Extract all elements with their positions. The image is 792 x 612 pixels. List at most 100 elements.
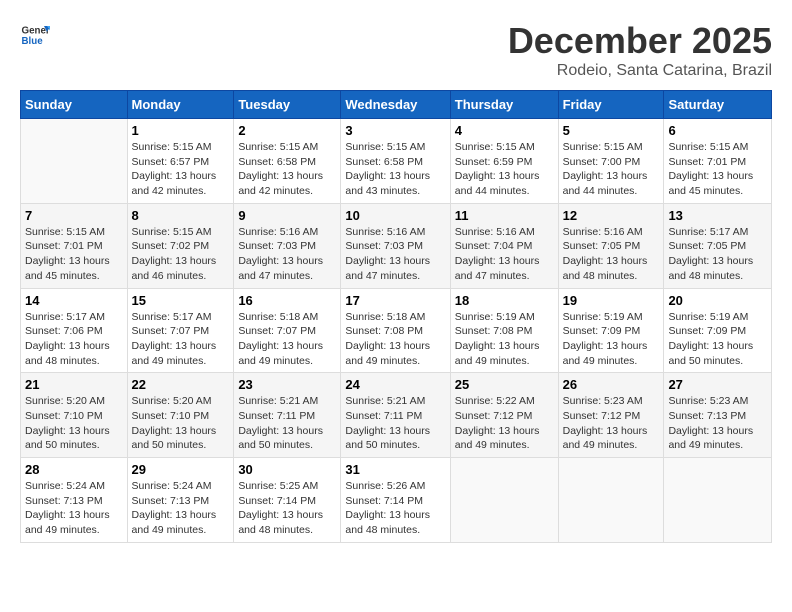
- day-number: 25: [455, 377, 554, 392]
- day-number: 30: [238, 462, 336, 477]
- day-info: Sunrise: 5:19 AMSunset: 7:09 PMDaylight:…: [668, 310, 767, 369]
- day-info: Sunrise: 5:18 AMSunset: 7:08 PMDaylight:…: [345, 310, 445, 369]
- day-info: Sunrise: 5:15 AMSunset: 6:58 PMDaylight:…: [238, 140, 336, 199]
- calendar-cell: [558, 458, 664, 543]
- dow-header-sunday: Sunday: [21, 91, 128, 119]
- day-info: Sunrise: 5:22 AMSunset: 7:12 PMDaylight:…: [455, 394, 554, 453]
- day-number: 3: [345, 123, 445, 138]
- calendar-cell: 9 Sunrise: 5:16 AMSunset: 7:03 PMDaylight…: [234, 203, 341, 288]
- day-info: Sunrise: 5:17 AMSunset: 7:07 PMDaylight:…: [132, 310, 230, 369]
- day-number: 4: [455, 123, 554, 138]
- day-info: Sunrise: 5:15 AMSunset: 7:01 PMDaylight:…: [25, 225, 123, 284]
- day-info: Sunrise: 5:19 AMSunset: 7:09 PMDaylight:…: [563, 310, 660, 369]
- calendar-cell: 11 Sunrise: 5:16 AMSunset: 7:04 PMDayligh…: [450, 203, 558, 288]
- calendar-cell: 17 Sunrise: 5:18 AMSunset: 7:08 PMDayligh…: [341, 288, 450, 373]
- day-info: Sunrise: 5:15 AMSunset: 6:58 PMDaylight:…: [345, 140, 445, 199]
- calendar-cell: 30 Sunrise: 5:25 AMSunset: 7:14 PMDayligh…: [234, 458, 341, 543]
- day-info: Sunrise: 5:26 AMSunset: 7:14 PMDaylight:…: [345, 479, 445, 538]
- calendar-cell: 18 Sunrise: 5:19 AMSunset: 7:08 PMDayligh…: [450, 288, 558, 373]
- day-number: 7: [25, 208, 123, 223]
- day-number: 26: [563, 377, 660, 392]
- calendar-cell: 13 Sunrise: 5:17 AMSunset: 7:05 PMDayligh…: [664, 203, 772, 288]
- calendar-cell: 10Sunrise: 5:16 AMSunset: 7:03 PMDayligh…: [341, 203, 450, 288]
- day-info: Sunrise: 5:15 AMSunset: 7:00 PMDaylight:…: [563, 140, 660, 199]
- day-number: 23: [238, 377, 336, 392]
- dow-header-friday: Friday: [558, 91, 664, 119]
- logo-icon: General Blue: [20, 20, 50, 50]
- calendar-cell: 12 Sunrise: 5:16 AMSunset: 7:05 PMDayligh…: [558, 203, 664, 288]
- day-info: Sunrise: 5:17 AMSunset: 7:05 PMDaylight:…: [668, 225, 767, 284]
- day-info: Sunrise: 5:16 AMSunset: 7:03 PMDaylight:…: [238, 225, 336, 284]
- calendar-cell: 19 Sunrise: 5:19 AMSunset: 7:09 PMDayligh…: [558, 288, 664, 373]
- day-info: Sunrise: 5:20 AMSunset: 7:10 PMDaylight:…: [25, 394, 123, 453]
- day-info: Sunrise: 5:15 AMSunset: 7:02 PMDaylight:…: [132, 225, 230, 284]
- week-row-3: 14 Sunrise: 5:17 AMSunset: 7:06 PMDayligh…: [21, 288, 772, 373]
- calendar-cell: 25 Sunrise: 5:22 AMSunset: 7:12 PMDayligh…: [450, 373, 558, 458]
- calendar-cell: 3 Sunrise: 5:15 AMSunset: 6:58 PMDaylight…: [341, 119, 450, 204]
- dow-header-thursday: Thursday: [450, 91, 558, 119]
- day-number: 10: [345, 208, 445, 223]
- day-number: 5: [563, 123, 660, 138]
- day-number: 21: [25, 377, 123, 392]
- calendar-cell: 15 Sunrise: 5:17 AMSunset: 7:07 PMDayligh…: [127, 288, 234, 373]
- day-number: 27: [668, 377, 767, 392]
- calendar-cell: [21, 119, 128, 204]
- week-row-1: 1 Sunrise: 5:15 AMSunset: 6:57 PMDaylight…: [21, 119, 772, 204]
- calendar-cell: 1 Sunrise: 5:15 AMSunset: 6:57 PMDaylight…: [127, 119, 234, 204]
- day-info: Sunrise: 5:16 AMSunset: 7:05 PMDaylight:…: [563, 225, 660, 284]
- title-area: December 2025 Rodeio, Santa Catarina, Br…: [508, 20, 772, 80]
- calendar-cell: 29Sunrise: 5:24 AMSunset: 7:13 PMDayligh…: [127, 458, 234, 543]
- day-info: Sunrise: 5:21 AMSunset: 7:11 PMDaylight:…: [345, 394, 445, 453]
- calendar-cell: [664, 458, 772, 543]
- day-number: 9: [238, 208, 336, 223]
- day-info: Sunrise: 5:15 AMSunset: 6:57 PMDaylight:…: [132, 140, 230, 199]
- day-number: 18: [455, 293, 554, 308]
- day-info: Sunrise: 5:15 AMSunset: 6:59 PMDaylight:…: [455, 140, 554, 199]
- day-number: 31: [345, 462, 445, 477]
- week-row-2: 7 Sunrise: 5:15 AMSunset: 7:01 PMDaylight…: [21, 203, 772, 288]
- header: General Blue December 2025 Rodeio, Santa…: [20, 20, 772, 80]
- calendar-cell: 22 Sunrise: 5:20 AMSunset: 7:10 PMDayligh…: [127, 373, 234, 458]
- day-info: Sunrise: 5:21 AMSunset: 7:11 PMDaylight:…: [238, 394, 336, 453]
- week-row-4: 21 Sunrise: 5:20 AMSunset: 7:10 PMDayligh…: [21, 373, 772, 458]
- day-info: Sunrise: 5:19 AMSunset: 7:08 PMDaylight:…: [455, 310, 554, 369]
- calendar-cell: 4 Sunrise: 5:15 AMSunset: 6:59 PMDaylight…: [450, 119, 558, 204]
- svg-text:Blue: Blue: [22, 36, 44, 47]
- day-number: 13: [668, 208, 767, 223]
- day-number: 15: [132, 293, 230, 308]
- day-number: 22: [132, 377, 230, 392]
- calendar-cell: 2 Sunrise: 5:15 AMSunset: 6:58 PMDaylight…: [234, 119, 341, 204]
- day-info: Sunrise: 5:17 AMSunset: 7:06 PMDaylight:…: [25, 310, 123, 369]
- calendar-cell: 31 Sunrise: 5:26 AMSunset: 7:14 PMDayligh…: [341, 458, 450, 543]
- day-number: 16: [238, 293, 336, 308]
- day-info: Sunrise: 5:23 AMSunset: 7:13 PMDaylight:…: [668, 394, 767, 453]
- day-number: 17: [345, 293, 445, 308]
- day-info: Sunrise: 5:25 AMSunset: 7:14 PMDaylight:…: [238, 479, 336, 538]
- day-number: 6: [668, 123, 767, 138]
- day-number: 1: [132, 123, 230, 138]
- calendar-cell: 16Sunrise: 5:18 AMSunset: 7:07 PMDayligh…: [234, 288, 341, 373]
- calendar-cell: 7 Sunrise: 5:15 AMSunset: 7:01 PMDaylight…: [21, 203, 128, 288]
- day-info: Sunrise: 5:20 AMSunset: 7:10 PMDaylight:…: [132, 394, 230, 453]
- day-number: 2: [238, 123, 336, 138]
- calendar-cell: 26Sunrise: 5:23 AMSunset: 7:12 PMDayligh…: [558, 373, 664, 458]
- day-number: 19: [563, 293, 660, 308]
- calendar-cell: 21 Sunrise: 5:20 AMSunset: 7:10 PMDayligh…: [21, 373, 128, 458]
- dow-header-tuesday: Tuesday: [234, 91, 341, 119]
- calendar-cell: 27 Sunrise: 5:23 AMSunset: 7:13 PMDayligh…: [664, 373, 772, 458]
- week-row-5: 28Sunrise: 5:24 AMSunset: 7:13 PMDayligh…: [21, 458, 772, 543]
- day-number: 14: [25, 293, 123, 308]
- dow-header-monday: Monday: [127, 91, 234, 119]
- day-info: Sunrise: 5:15 AMSunset: 7:01 PMDaylight:…: [668, 140, 767, 199]
- day-number: 8: [132, 208, 230, 223]
- day-number: 11: [455, 208, 554, 223]
- calendar-cell: 28Sunrise: 5:24 AMSunset: 7:13 PMDayligh…: [21, 458, 128, 543]
- calendar-table: SundayMondayTuesdayWednesdayThursdayFrid…: [20, 90, 772, 543]
- day-info: Sunrise: 5:16 AMSunset: 7:04 PMDaylight:…: [455, 225, 554, 284]
- calendar-cell: 23 Sunrise: 5:21 AMSunset: 7:11 PMDayligh…: [234, 373, 341, 458]
- day-info: Sunrise: 5:24 AMSunset: 7:13 PMDaylight:…: [132, 479, 230, 538]
- day-number: 12: [563, 208, 660, 223]
- calendar-cell: 20Sunrise: 5:19 AMSunset: 7:09 PMDayligh…: [664, 288, 772, 373]
- page-subtitle: Rodeio, Santa Catarina, Brazil: [508, 62, 772, 80]
- day-number: 24: [345, 377, 445, 392]
